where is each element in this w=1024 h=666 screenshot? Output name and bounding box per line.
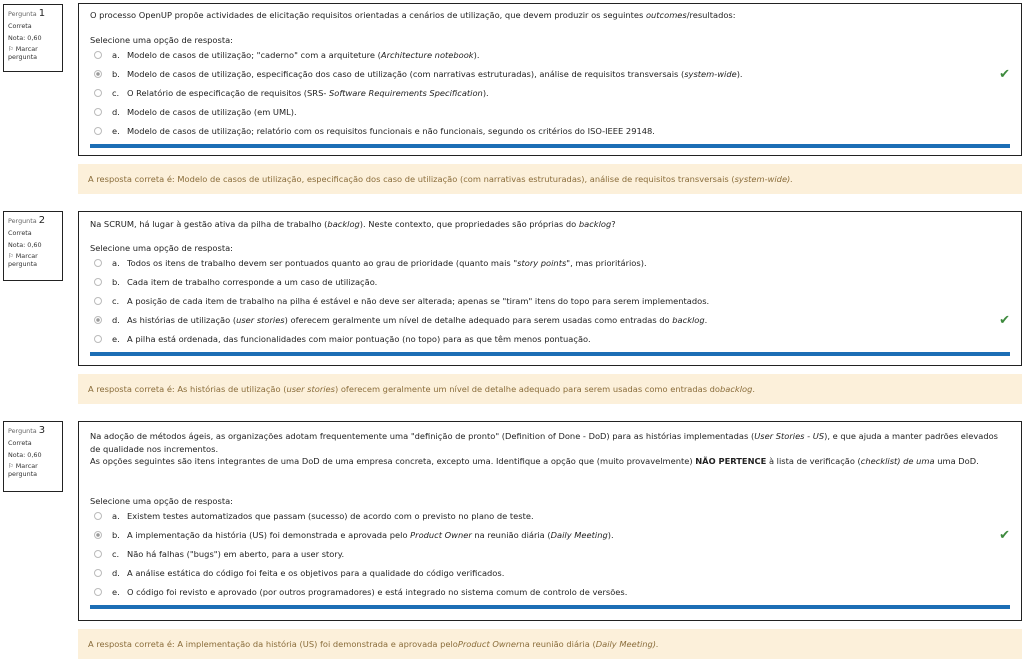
question-grade: Nota: 0,60: [8, 241, 42, 249]
flag-icon: ⚐: [8, 462, 14, 470]
checkmark-icon: ✔: [999, 527, 1010, 543]
option-text: A pilha está ordenada, das funcionalidad…: [127, 334, 591, 344]
radio-button[interactable]: [94, 89, 102, 97]
option-letter: a.: [112, 511, 120, 521]
answer-option[interactable]: d. Modelo de casos de utilização (em UML)…: [90, 103, 1010, 122]
answer-option[interactable]: a. Modelo de casos de utilização; "cadern…: [90, 46, 1010, 65]
question-grade: Nota: 0,60: [8, 451, 42, 459]
option-text: A implementação da história (US) foi dem…: [127, 530, 614, 540]
option-letter: a.: [112, 258, 120, 268]
question-info-panel: Pergunta 3 Correta Nota: 0,60 ⚐ Marcar p…: [3, 421, 63, 492]
radio-button[interactable]: [94, 335, 102, 343]
radio-button[interactable]: [94, 70, 102, 78]
question-status: Correta: [8, 439, 32, 447]
radio-button[interactable]: [94, 51, 102, 59]
answer-option[interactable]: e. A pilha está ordenada, das funcionalid…: [90, 330, 1010, 349]
option-text: Modelo de casos de utilização; relatório…: [127, 126, 655, 136]
radio-button[interactable]: [94, 108, 102, 116]
option-text: Todos os itens de trabalho devem ser pon…: [127, 258, 647, 268]
radio-button[interactable]: [94, 127, 102, 135]
options-list: a. Todos os itens de trabalho devem ser p…: [90, 254, 1010, 349]
correct-answer-feedback: A resposta correta é: A implementação da…: [78, 629, 1022, 659]
answer-option[interactable]: c. Não há falhas ("bugs") em aberto, para…: [90, 545, 1010, 564]
option-text: Cada item de trabalho corresponde a um c…: [127, 277, 378, 287]
question-number: Pergunta 1: [8, 8, 46, 19]
option-letter: b.: [112, 530, 120, 540]
options-list: a. Existem testes automatizados que passa…: [90, 507, 1010, 602]
radio-button[interactable]: [94, 512, 102, 520]
option-text: A análise estática do código foi feita e…: [127, 568, 505, 578]
answer-option[interactable]: e. Modelo de casos de utilização; relatór…: [90, 122, 1010, 141]
option-letter: d.: [112, 568, 120, 578]
question-status: Correta: [8, 229, 32, 237]
question-number: Pergunta 3: [8, 425, 46, 436]
answer-prompt: Selecione uma opção de resposta:: [90, 495, 233, 506]
answer-option[interactable]: a. Todos os itens de trabalho devem ser p…: [90, 254, 1010, 273]
checkmark-icon: ✔: [999, 66, 1010, 82]
radio-button[interactable]: [94, 531, 102, 539]
radio-button[interactable]: [94, 316, 102, 324]
radio-button[interactable]: [94, 259, 102, 267]
option-text: O código foi revisto e aprovado (por out…: [127, 587, 628, 597]
option-letter: b.: [112, 277, 120, 287]
progress-bar: [90, 143, 1010, 148]
question-text: Na SCRUM, há lugar à gestão ativa da pil…: [90, 219, 616, 229]
answer-option[interactable]: b. A implementação da história (US) foi d…: [90, 526, 1010, 545]
option-letter: e.: [112, 126, 120, 136]
question-status: Correta: [8, 22, 32, 30]
option-letter: d.: [112, 315, 120, 325]
correct-answer-feedback: A resposta correta é: As histórias de ut…: [78, 374, 1022, 404]
question-content: Na adoção de métodos ágeis, as organizaç…: [78, 421, 1022, 621]
correct-answer-feedback: A resposta correta é: Modelo de casos de…: [78, 164, 1022, 194]
option-text: Modelo de casos de utilização; "caderno"…: [127, 50, 480, 60]
radio-button[interactable]: [94, 297, 102, 305]
question-number: Pergunta 2: [8, 215, 46, 226]
option-text: O Relatório de especificação de requisit…: [127, 88, 489, 98]
radio-button[interactable]: [94, 588, 102, 596]
option-letter: e.: [112, 587, 120, 597]
question-info-panel: Pergunta 2 Correta Nota: 0,60 ⚐ Marcar p…: [3, 211, 63, 281]
answer-option[interactable]: d. A análise estática do código foi feita…: [90, 564, 1010, 583]
flag-icon: ⚐: [8, 252, 14, 260]
progress-bar: [90, 604, 1010, 609]
answer-option[interactable]: a. Existem testes automatizados que passa…: [90, 507, 1010, 526]
answer-option[interactable]: c. O Relatório de especificação de requis…: [90, 84, 1010, 103]
question-text: Na adoção de métodos ágeis, as organizaç…: [90, 431, 998, 466]
option-text: As histórias de utilização (user stories…: [127, 315, 708, 325]
progress-bar: [90, 351, 1010, 356]
option-letter: e.: [112, 334, 120, 344]
answer-option[interactable]: b. Modelo de casos de utilização, especif…: [90, 65, 1010, 84]
option-text: Existem testes automatizados que passam …: [127, 511, 534, 521]
answer-option[interactable]: c. A posição de cada item de trabalho na …: [90, 292, 1010, 311]
radio-button[interactable]: [94, 278, 102, 286]
question-info-panel: Pergunta 1 Correta Nota: 0,60 ⚐ Marcar p…: [3, 4, 63, 72]
question-grade: Nota: 0,60: [8, 34, 42, 42]
flag-icon: ⚐: [8, 45, 14, 53]
radio-button[interactable]: [94, 550, 102, 558]
answer-prompt: Selecione uma opção de resposta:: [90, 34, 233, 45]
option-letter: d.: [112, 107, 120, 117]
flag-question-button[interactable]: ⚐ Marcar pergunta: [8, 461, 59, 478]
option-letter: c.: [112, 549, 120, 559]
option-text: Modelo de casos de utilização, especific…: [127, 69, 743, 79]
checkmark-icon: ✔: [999, 312, 1010, 328]
option-text: Modelo de casos de utilização (em UML).: [127, 107, 297, 117]
answer-option[interactable]: d. As histórias de utilização (user stori…: [90, 311, 1010, 330]
answer-prompt: Selecione uma opção de resposta:: [90, 242, 233, 253]
flag-question-button[interactable]: ⚐ Marcar pergunta: [8, 44, 59, 61]
flag-question-button[interactable]: ⚐ Marcar pergunta: [8, 251, 59, 268]
option-letter: c.: [112, 296, 120, 306]
option-letter: b.: [112, 69, 120, 79]
answer-option[interactable]: b. Cada item de trabalho corresponde a um…: [90, 273, 1010, 292]
question-text: O processo OpenUP propõe actividades de …: [90, 10, 736, 20]
option-letter: a.: [112, 50, 120, 60]
answer-option[interactable]: e. O código foi revisto e aprovado (por o…: [90, 583, 1010, 602]
option-text: A posição de cada item de trabalho na pi…: [127, 296, 710, 306]
options-list: a. Modelo de casos de utilização; "cadern…: [90, 46, 1010, 141]
question-content: O processo OpenUP propõe actividades de …: [78, 3, 1022, 156]
option-text: Não há falhas ("bugs") em aberto, para a…: [127, 549, 345, 559]
question-content: Na SCRUM, há lugar à gestão ativa da pil…: [78, 211, 1022, 366]
option-letter: c.: [112, 88, 120, 98]
radio-button[interactable]: [94, 569, 102, 577]
